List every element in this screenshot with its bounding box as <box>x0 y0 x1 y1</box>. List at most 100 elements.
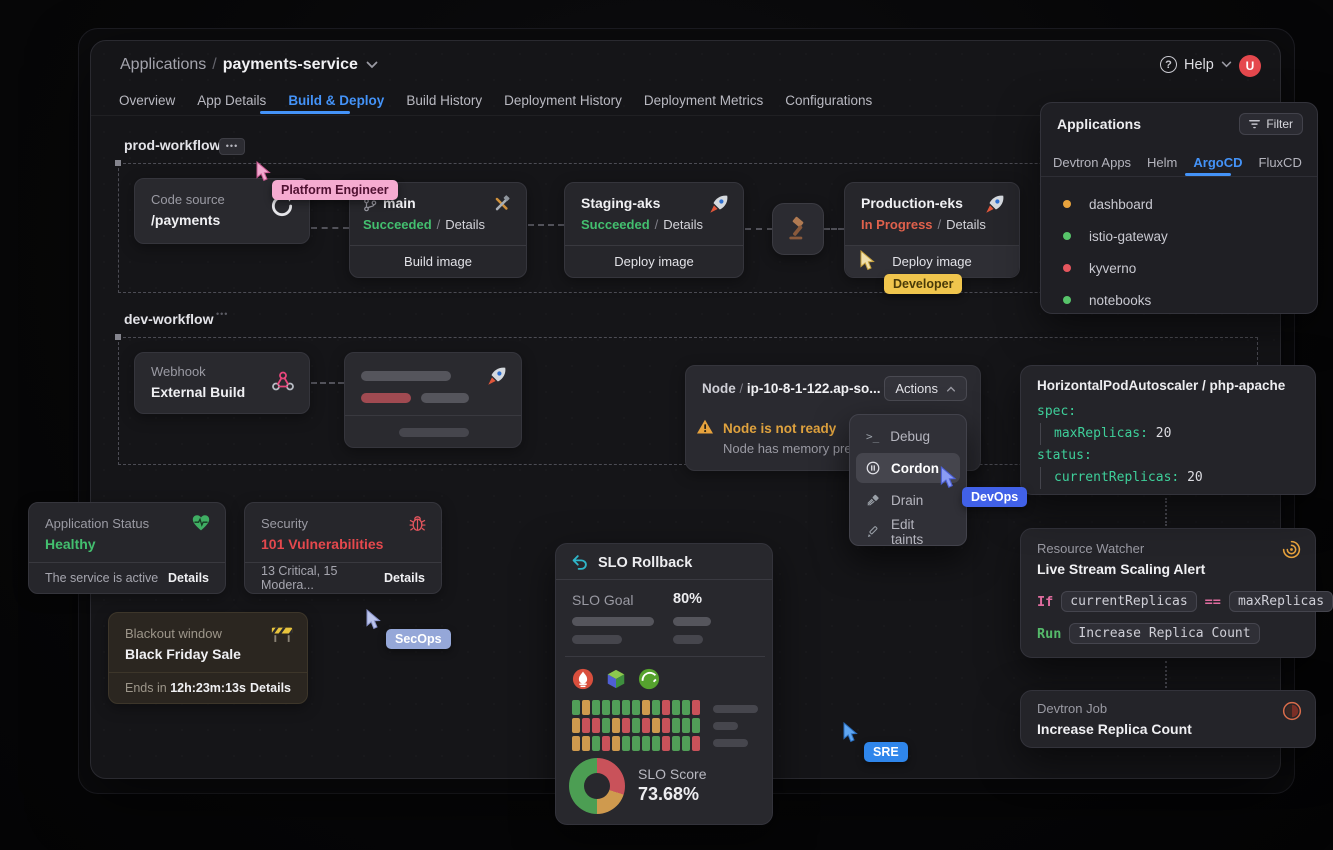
devtron-job-label: Devtron Job <box>1037 701 1107 716</box>
slo-goal-label: SLO Goal <box>572 592 633 608</box>
tab-devtron-apps[interactable]: Devtron Apps <box>1053 155 1131 170</box>
node-warning-title: Node is not ready <box>723 421 836 436</box>
action-chip: Increase Replica Count <box>1069 623 1259 644</box>
prod-workflow-handle[interactable] <box>115 160 121 166</box>
app-name: istio-gateway <box>1089 229 1168 244</box>
secops-badge: SecOps <box>386 629 451 649</box>
tab-configurations[interactable]: Configurations <box>785 93 872 108</box>
node-name: ip-10-8-1-122.ap-so... <box>747 381 881 396</box>
heatmap-cell <box>612 700 620 715</box>
hpa-title: HorizontalPodAutoscaler / php-apache <box>1037 378 1285 393</box>
tab-overview[interactable]: Overview <box>119 93 175 108</box>
help-label: Help <box>1184 57 1214 73</box>
production-status: In Progress <box>861 217 933 232</box>
yaml-key: maxReplicas: <box>1054 426 1148 441</box>
green-orb-icon <box>638 668 660 690</box>
webhook-name: External Build <box>151 384 245 400</box>
status-dot <box>1063 232 1071 240</box>
status-card-label: Application Status <box>45 516 149 531</box>
menu-label: Edit taints <box>891 517 950 547</box>
build-details-link[interactable]: Details <box>445 217 485 232</box>
heatmap-cell <box>692 718 700 733</box>
heatmap-cell <box>642 700 650 715</box>
heatmap-cell <box>632 718 640 733</box>
connector <box>311 227 349 229</box>
app-name: kyverno <box>1089 261 1136 276</box>
skeleton-bar <box>673 617 711 626</box>
skeleton-bar <box>421 393 469 403</box>
dev-workflow-menu-button[interactable]: ••• <box>216 309 228 319</box>
yaml-value: 20 <box>1156 426 1172 441</box>
devops-cursor <box>938 466 960 490</box>
filter-button[interactable]: Filter <box>1239 113 1303 135</box>
tab-argocd[interactable]: ArgoCD <box>1193 155 1242 170</box>
status-separator: / <box>938 217 942 232</box>
actions-button[interactable]: Actions <box>884 376 967 401</box>
production-details-link[interactable]: Details <box>946 217 986 232</box>
countdown-prefix: Ends in <box>125 681 167 695</box>
heatmap-cell <box>572 718 580 733</box>
heatmap-cell <box>662 718 670 733</box>
tab-build-history[interactable]: Build History <box>406 93 482 108</box>
help-menu[interactable]: ? Help <box>1160 56 1232 73</box>
slo-score-donut <box>569 758 625 814</box>
heatmap-cell <box>692 736 700 751</box>
security-details-link[interactable]: Details <box>384 571 425 585</box>
menu-item-debug[interactable]: >_ Debug <box>856 421 960 451</box>
tab-deployment-metrics[interactable]: Deployment Metrics <box>644 93 763 108</box>
status-details-link[interactable]: Details <box>168 571 209 585</box>
heatmap-cell <box>582 718 590 733</box>
cursor-icon <box>364 609 384 631</box>
application-status-card: Application Status Healthy The service i… <box>28 502 226 594</box>
skeleton-pipeline-card[interactable] <box>344 352 522 448</box>
help-icon: ? <box>1160 56 1177 73</box>
prometheus-icon <box>572 668 594 690</box>
sre-badge: SRE <box>864 742 908 762</box>
blackout-details-link[interactable]: Details <box>250 681 291 695</box>
build-image-button[interactable]: Build image <box>350 245 526 277</box>
app-list-item[interactable]: dashboard <box>1063 192 1153 216</box>
status-card-value: Healthy <box>45 536 96 552</box>
heatmap-cell <box>602 736 610 751</box>
staging-details-link[interactable]: Details <box>663 217 703 232</box>
breadcrumb-root[interactable]: Applications <box>120 56 206 74</box>
avatar[interactable]: U <box>1239 55 1261 77</box>
heatmap-cell <box>602 718 610 733</box>
tab-build-deploy[interactable]: Build & Deploy <box>288 93 384 108</box>
heatmap-cell <box>682 718 690 733</box>
tab-app-details[interactable]: App Details <box>197 93 266 108</box>
dev-workflow-handle[interactable] <box>115 334 121 340</box>
brush-icon <box>866 493 880 507</box>
menu-label: Drain <box>891 493 923 508</box>
git-branch-icon <box>363 198 377 212</box>
cursor-icon <box>254 161 274 183</box>
heatmap-cell <box>662 736 670 751</box>
skeleton-bar <box>713 739 748 747</box>
webhook-card[interactable]: Webhook External Build <box>134 352 310 414</box>
app-list-item[interactable]: kyverno <box>1063 256 1136 280</box>
tab-fluxcd[interactable]: FluxCD <box>1259 155 1302 170</box>
live-watch-icon <box>1281 539 1302 560</box>
screen: Applications / payments-service ? Help U… <box>0 0 1333 850</box>
connector <box>824 228 844 230</box>
breadcrumb: Applications / payments-service <box>120 56 378 74</box>
app-list-item[interactable]: istio-gateway <box>1063 224 1168 248</box>
warning-icon <box>696 419 714 435</box>
app-list-item[interactable]: notebooks <box>1063 288 1151 312</box>
staging-status: Succeeded <box>581 217 650 232</box>
heatmap-cell <box>652 718 660 733</box>
tab-helm[interactable]: Helm <box>1147 155 1177 170</box>
app-name: dashboard <box>1089 197 1153 212</box>
devtron-job-panel: Devtron Job Increase Replica Count <box>1020 690 1316 748</box>
filter-label: Filter <box>1266 117 1293 131</box>
menu-item-edit-taints[interactable]: Edit taints <box>856 517 960 547</box>
staging-name: Staging-aks <box>581 195 660 211</box>
tab-deployment-history[interactable]: Deployment History <box>504 93 622 108</box>
heatmap-cell <box>582 736 590 751</box>
staging-deploy-button[interactable]: Deploy image <box>565 245 743 277</box>
chevron-down-icon[interactable] <box>366 61 378 69</box>
staging-pipeline-card[interactable]: Staging-aks Succeeded / Details Deploy i… <box>564 182 744 278</box>
approval-gate-chip[interactable] <box>772 203 824 255</box>
node-kind: Node <box>702 381 736 396</box>
prod-workflow-menu-button[interactable]: ••• <box>219 138 245 155</box>
